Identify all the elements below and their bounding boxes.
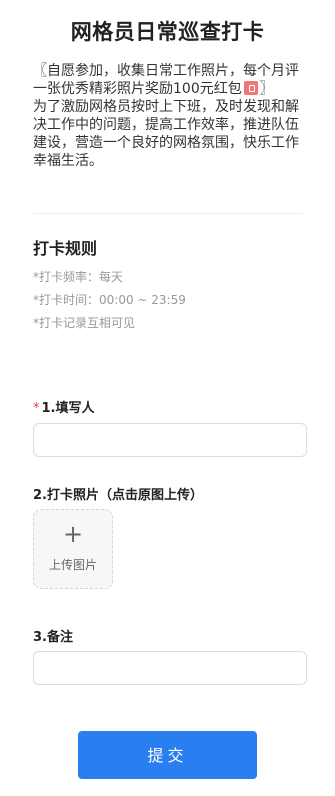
field-label-filler-text: 1.填写人 — [41, 401, 95, 416]
intro-text: 〖自愿参加，收集日常工作照片，每个月评一张优秀精彩照片奖励100元红包〗 为了激… — [33, 62, 308, 170]
intro-line1-end: 〗 — [259, 81, 274, 97]
plus-icon: + — [62, 520, 84, 548]
required-mark: * — [33, 401, 40, 416]
upload-photo-label: 上传图片 — [48, 558, 97, 572]
rule-visibility: *打卡记录互相可见 — [33, 316, 136, 330]
upload-photo-button[interactable]: + 上传图片 — [33, 509, 113, 589]
rules-title: 打卡规则 — [33, 239, 98, 258]
filler-input[interactable] — [33, 423, 307, 457]
intro-paragraph-1: 〖自愿参加，收集日常工作照片，每个月评一张优秀精彩照片奖励100元红包〗 — [33, 62, 308, 98]
page-title: 网格员日常巡查打卡 — [70, 20, 265, 44]
divider — [33, 213, 303, 214]
submit-button[interactable]: 提交 — [78, 731, 257, 779]
red-envelope-icon — [243, 81, 258, 95]
field-label-photo: 2.打卡照片（点击原图上传） — [33, 488, 203, 503]
intro-paragraph-2: 为了激励网格员按时上下班，及时发现和解决工作中的问题，提高工作效率，推进队伍建设… — [33, 99, 299, 169]
field-label-filler: * 1.填写人 — [33, 397, 94, 416]
remarks-input[interactable] — [33, 651, 307, 685]
rule-frequency: *打卡频率：每天 — [33, 270, 124, 284]
field-label-remarks: 3.备注 — [33, 630, 73, 645]
rule-time: *打卡时间：00:00 ~ 23:59 — [33, 293, 186, 307]
